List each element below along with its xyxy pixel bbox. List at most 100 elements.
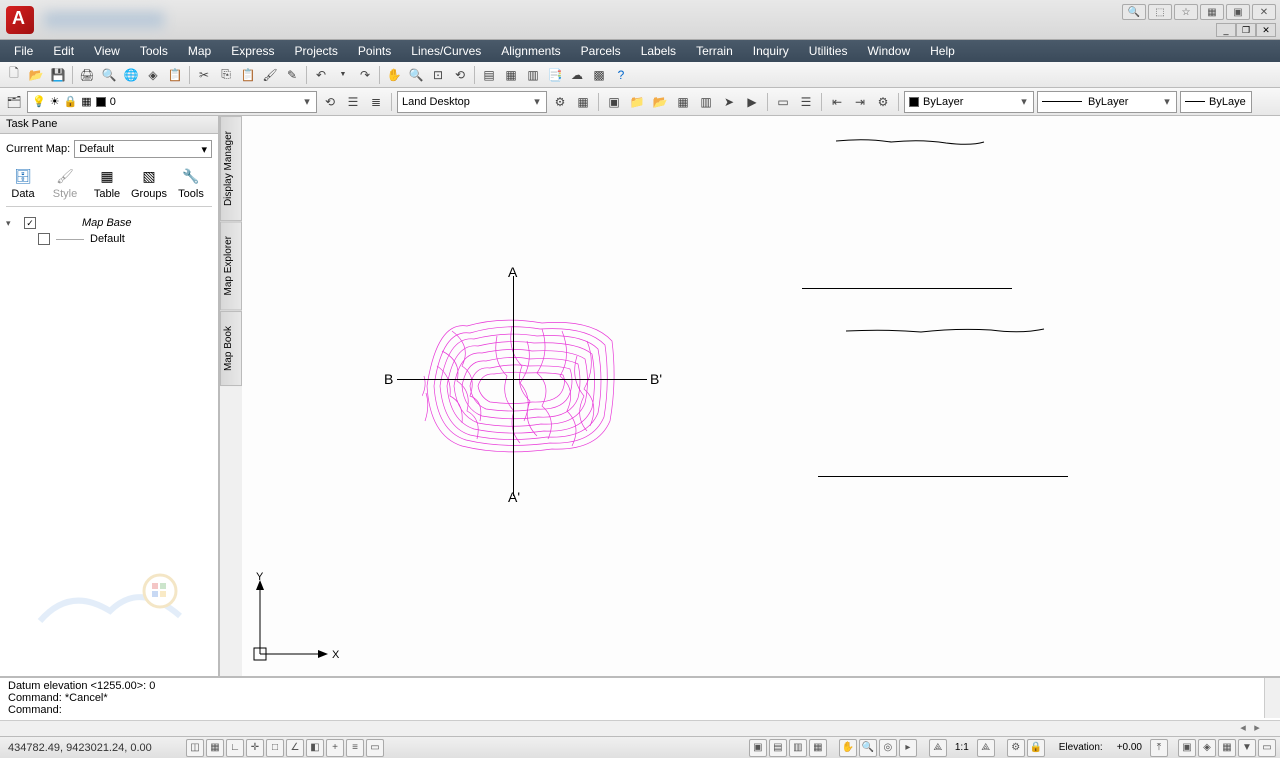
sb-icon-2[interactable]: ◈ <box>1198 739 1216 757</box>
otrack-icon[interactable]: ∠ <box>286 739 304 757</box>
current-map-combo[interactable]: Default ▾ <box>74 140 212 158</box>
pan-status-icon[interactable]: ✋ <box>839 739 857 757</box>
vtab-display-manager[interactable]: Display Manager <box>220 116 242 221</box>
open-icon[interactable]: 📂 <box>26 65 46 85</box>
model-space-icon[interactable]: ▣ <box>749 739 767 757</box>
print-preview-icon[interactable]: 🔍 <box>99 65 119 85</box>
tb-icon-7[interactable]: ▶ <box>742 92 762 112</box>
tab-table[interactable]: ▦Table <box>90 166 124 200</box>
status-coords[interactable]: 434782.49, 9423021.24, 0.00 <box>4 742 184 754</box>
chevron-down-icon[interactable]: ▾ <box>300 95 314 108</box>
showmotion-icon[interactable]: ▸ <box>899 739 917 757</box>
cmd-vscroll[interactable] <box>1264 678 1280 718</box>
linetype-combo[interactable]: ByLayer ▾ <box>1037 91 1177 113</box>
layout-icon[interactable]: ▤ <box>769 739 787 757</box>
sb-icon-4[interactable]: ▼ <box>1238 739 1256 757</box>
pan-icon[interactable]: ✋ <box>384 65 404 85</box>
undo-icon[interactable]: ↶ <box>311 65 331 85</box>
sb-icon-3[interactable]: ▦ <box>1218 739 1236 757</box>
chevron-down-icon[interactable]: ▾ <box>1017 95 1031 108</box>
close-button[interactable]: ✕ <box>1256 23 1276 37</box>
menu-view[interactable]: View <box>84 44 130 58</box>
qview-icon[interactable]: ▥ <box>789 739 807 757</box>
tab-tools[interactable]: 🔧Tools <box>174 166 208 200</box>
qview2-icon[interactable]: ▦ <box>809 739 827 757</box>
model-icon[interactable]: ▭ <box>366 739 384 757</box>
tb-tool2-icon[interactable]: ▦ <box>1200 4 1224 20</box>
tb-icon-1[interactable]: ▣ <box>604 92 624 112</box>
menu-parcels[interactable]: Parcels <box>571 44 631 58</box>
workspace-combo[interactable]: Land Desktop ▾ <box>397 91 547 113</box>
print-icon[interactable]: 🖨 <box>77 65 97 85</box>
lwt-icon[interactable]: ≡ <box>346 739 364 757</box>
zoom-prev-icon[interactable]: ⟲ <box>450 65 470 85</box>
save-icon[interactable]: 💾 <box>48 65 68 85</box>
zoom-status-icon[interactable]: 🔍 <box>859 739 877 757</box>
quickcalc-icon[interactable]: ▩ <box>589 65 609 85</box>
search-icon[interactable]: 🔍 <box>1122 4 1146 20</box>
menu-tools[interactable]: Tools <box>130 44 178 58</box>
menu-file[interactable]: File <box>4 44 43 58</box>
cmd-prompt[interactable]: Command: <box>8 704 1272 716</box>
tb-tool3-icon[interactable]: ▣ <box>1226 4 1250 20</box>
minimize-button[interactable]: _ <box>1216 23 1236 37</box>
tab-groups[interactable]: ▧Groups <box>132 166 166 200</box>
cut-icon[interactable]: ✂ <box>194 65 214 85</box>
chevron-down-icon[interactable]: ▾ <box>530 95 544 108</box>
layer-prev-icon[interactable]: ⟲ <box>320 92 340 112</box>
new-icon[interactable]: 🗋 <box>4 65 24 85</box>
layer-manager-icon[interactable]: 🗂 <box>4 92 24 112</box>
elevation-value[interactable]: +0.00 <box>1111 742 1148 753</box>
tb-gear-icon[interactable]: ⚙ <box>873 92 893 112</box>
plot-icon[interactable]: ◈ <box>143 65 163 85</box>
drawing-canvas[interactable]: A A' B B' X Y <box>242 116 1280 676</box>
menu-edit[interactable]: Edit <box>43 44 84 58</box>
menu-labels[interactable]: Labels <box>631 44 686 58</box>
tool-palette-icon[interactable]: ▥ <box>523 65 543 85</box>
tab-style[interactable]: 🖌Style <box>48 166 82 200</box>
paste-icon[interactable]: 📋 <box>238 65 258 85</box>
lock-ui-icon[interactable]: 🔒 <box>1027 739 1045 757</box>
sb-icon-1[interactable]: ▣ <box>1178 739 1196 757</box>
copy-icon[interactable]: ⎘ <box>216 65 236 85</box>
star-icon[interactable]: ☆ <box>1174 4 1198 20</box>
sheet-icon[interactable]: 📋 <box>165 65 185 85</box>
ws-switch-icon[interactable]: ⚙ <box>1007 739 1025 757</box>
lineweight-combo[interactable]: ByLaye <box>1180 91 1252 113</box>
menu-utilities[interactable]: Utilities <box>799 44 858 58</box>
grid-icon[interactable]: ▦ <box>206 739 224 757</box>
dyn-icon[interactable]: + <box>326 739 344 757</box>
menu-inquiry[interactable]: Inquiry <box>743 44 799 58</box>
menu-points[interactable]: Points <box>348 44 401 58</box>
tab-data[interactable]: 🗄Data <box>6 166 40 200</box>
layer-iso-icon[interactable]: ≣ <box>366 92 386 112</box>
ann-scale-icon[interactable]: ⟁ <box>929 739 947 757</box>
help-close-icon[interactable]: ✕ <box>1252 4 1276 20</box>
menu-map[interactable]: Map <box>178 44 221 58</box>
polar-icon[interactable]: ✛ <box>246 739 264 757</box>
layer-states-icon[interactable]: ☰ <box>343 92 363 112</box>
ann-vis-icon[interactable]: ⟁ <box>977 739 995 757</box>
design-center-icon[interactable]: ▦ <box>501 65 521 85</box>
publish-icon[interactable]: 🌐 <box>121 65 141 85</box>
snap-icon[interactable]: ◫ <box>186 739 204 757</box>
tb-icon-10[interactable]: ⇤ <box>827 92 847 112</box>
properties-icon[interactable]: ▤ <box>479 65 499 85</box>
elev-icon[interactable]: ⤒ <box>1150 739 1168 757</box>
menu-projects[interactable]: Projects <box>285 44 348 58</box>
match-icon[interactable]: 🖌 <box>260 65 280 85</box>
menu-help[interactable]: Help <box>920 44 965 58</box>
maximize-button[interactable]: ❐ <box>1236 23 1256 37</box>
layer-combo[interactable]: 💡 ☀ 🔒 ▦ 0 ▾ <box>27 91 317 113</box>
tb-tool1-icon[interactable]: ⬚ <box>1148 4 1172 20</box>
osnap-icon[interactable]: □ <box>266 739 284 757</box>
tb-icon-11[interactable]: ⇥ <box>850 92 870 112</box>
ortho-icon[interactable]: ∟ <box>226 739 244 757</box>
chevron-down-icon[interactable]: ▾ <box>1160 95 1174 108</box>
checkbox-mapbase[interactable]: ✓ <box>24 217 36 229</box>
cmd-hscroll[interactable]: ◂▸ <box>0 720 1280 736</box>
tb-icon-5[interactable]: ▥ <box>696 92 716 112</box>
paintbrush-icon[interactable]: ✎ <box>282 65 302 85</box>
chevron-down-icon[interactable]: ▾ <box>201 143 207 156</box>
markup-icon[interactable]: ☁ <box>567 65 587 85</box>
